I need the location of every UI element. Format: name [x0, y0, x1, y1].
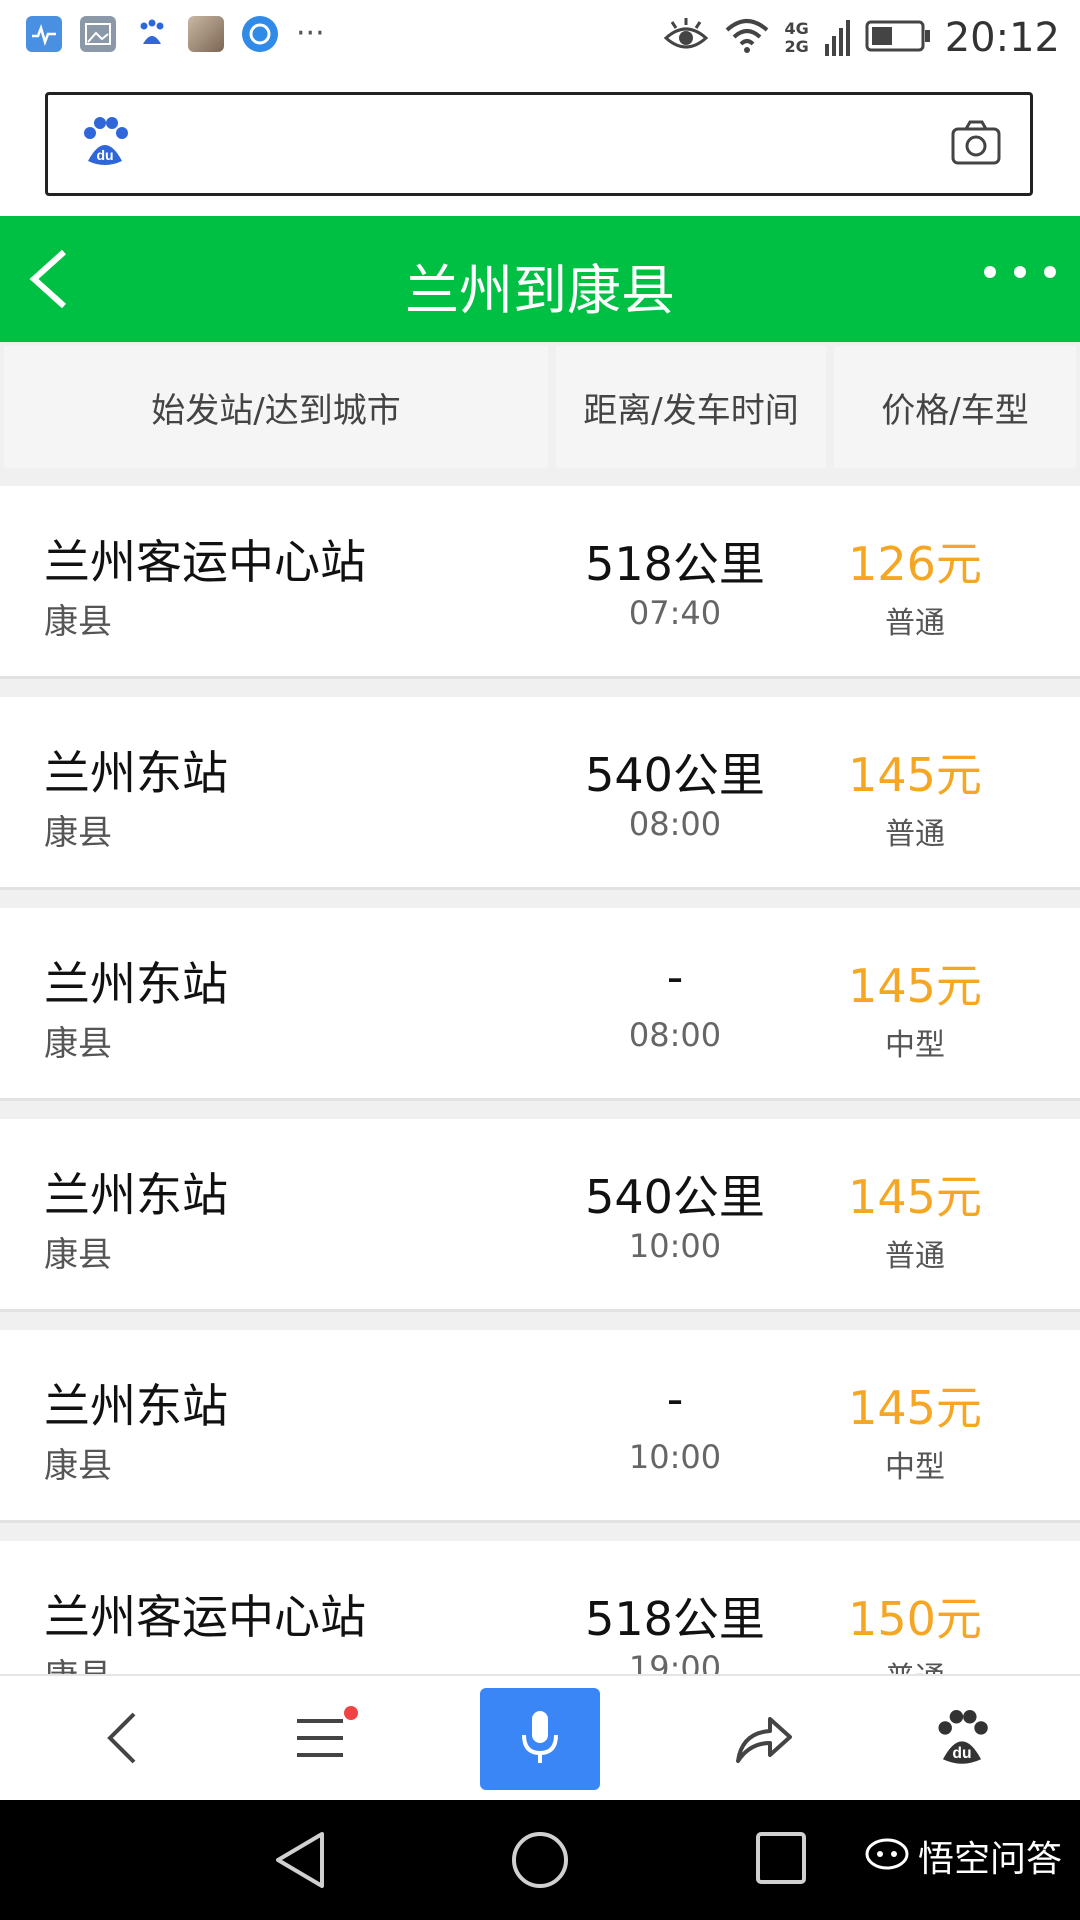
table-row[interactable]: 兰州客运中心站 康县 518公里 07:40 126元 普通 [0, 486, 1080, 679]
system-nav-bar: 悟空问答 [0, 1800, 1080, 1920]
baidu-logo-icon: du [82, 117, 128, 171]
signal-icon [823, 14, 851, 62]
table-header: 始发站/达到城市 距离/发车时间 价格/车型 [0, 342, 1080, 472]
departure-time: 08:00 [628, 805, 722, 843]
destination-city: 康县 [44, 1235, 112, 1275]
watermark-text: 悟空问答 [917, 1839, 1062, 1880]
departure-time: 19:00 [628, 1649, 722, 1674]
svg-text:du: du [96, 147, 113, 163]
browser-toolbar: du [0, 1674, 1080, 1802]
more-options-icon[interactable] [984, 266, 1056, 278]
eye-icon [662, 16, 710, 60]
svg-text:du: du [952, 1745, 971, 1762]
vehicle-type: 普通 [885, 817, 945, 852]
gallery-icon [80, 16, 116, 52]
nav-home-icon[interactable] [510, 1830, 570, 1894]
nav-back-icon[interactable] [272, 1830, 328, 1894]
price: 145元 [848, 959, 982, 1013]
table-row[interactable]: 兰州东站 康县 540公里 08:00 145元 普通 [0, 697, 1080, 890]
distance: 518公里 [585, 1592, 765, 1646]
destination-city: 康县 [44, 1649, 112, 1674]
column-header-price: 价格/车型 [834, 346, 1076, 468]
battery-icon [865, 18, 931, 58]
baidu-home-icon[interactable]: du [922, 1698, 1002, 1778]
more-icon: ··· [296, 16, 325, 51]
health-icon [26, 16, 62, 52]
search-bar[interactable]: du [45, 92, 1033, 196]
vehicle-type: 普通 [885, 606, 945, 641]
column-header-station: 始发站/达到城市 [4, 346, 548, 468]
price: 150元 [848, 1592, 982, 1646]
photo-icon [188, 16, 224, 52]
microphone-icon [520, 1709, 560, 1769]
station-name: 兰州东站 [44, 957, 228, 1011]
network-type: 4G 2G [784, 19, 809, 56]
departure-time: 10:00 [628, 1227, 722, 1265]
share-icon[interactable] [724, 1698, 804, 1778]
vehicle-type: 中型 [885, 1450, 945, 1485]
price: 145元 [848, 748, 982, 802]
notification-dot [344, 1706, 358, 1720]
nav-recents-icon[interactable] [754, 1830, 808, 1890]
station-name: 兰州东站 [44, 1379, 228, 1433]
destination-city: 康县 [44, 602, 112, 642]
vehicle-type: 普通 [820, 1653, 1010, 1674]
station-name: 兰州客运中心站 [44, 1590, 366, 1644]
back-nav-icon[interactable] [82, 1698, 162, 1778]
distance: - [666, 1372, 684, 1426]
departure-time: 08:00 [628, 1016, 722, 1054]
column-header-distance: 距离/发车时间 [556, 346, 826, 468]
table-row[interactable]: 兰州东站 康县 - 10:00 145元 中型 [0, 1330, 1080, 1523]
baidu-icon [134, 16, 170, 52]
station-name: 兰州东站 [44, 746, 228, 800]
destination-city: 康县 [44, 1024, 112, 1064]
camera-icon[interactable] [950, 119, 1002, 171]
distance: 540公里 [585, 1170, 765, 1224]
station-name: 兰州客运中心站 [44, 535, 366, 589]
distance: 518公里 [585, 537, 765, 591]
search-input[interactable] [138, 115, 962, 177]
table-row[interactable]: 兰州东站 康县 540公里 10:00 145元 普通 [0, 1119, 1080, 1312]
wukong-logo-icon [864, 1832, 910, 1881]
table-row[interactable]: 兰州客运中心站 康县 518公里 19:00 150元 普通 [0, 1541, 1080, 1674]
voice-search-button[interactable] [480, 1688, 600, 1790]
page-header: 兰州到康县 [0, 216, 1080, 342]
price: 145元 [848, 1381, 982, 1435]
table-row[interactable]: 兰州东站 康县 - 08:00 145元 中型 [0, 908, 1080, 1101]
wukong-watermark: 悟空问答 [864, 1830, 1062, 1882]
departure-time: 10:00 [628, 1438, 722, 1476]
station-name: 兰州东站 [44, 1168, 228, 1222]
destination-city: 康县 [44, 813, 112, 853]
distance: - [666, 950, 684, 1004]
page-title: 兰州到康县 [405, 259, 675, 322]
price: 126元 [848, 537, 982, 591]
destination-city: 康县 [44, 1446, 112, 1486]
wifi-icon [724, 16, 770, 60]
price: 145元 [848, 1170, 982, 1224]
departure-time: 07:40 [628, 594, 722, 632]
app-icon [242, 16, 278, 52]
clock: 20:12 [944, 15, 1060, 61]
vehicle-type: 普通 [885, 1239, 945, 1274]
schedule-list: 兰州客运中心站 康县 518公里 07:40 126元 普通 兰州东站 康县 5… [0, 472, 1080, 1674]
vehicle-type: 中型 [885, 1028, 945, 1063]
status-bar: ··· 4G 2G 20:12 [0, 0, 1080, 76]
distance: 540公里 [585, 748, 765, 802]
